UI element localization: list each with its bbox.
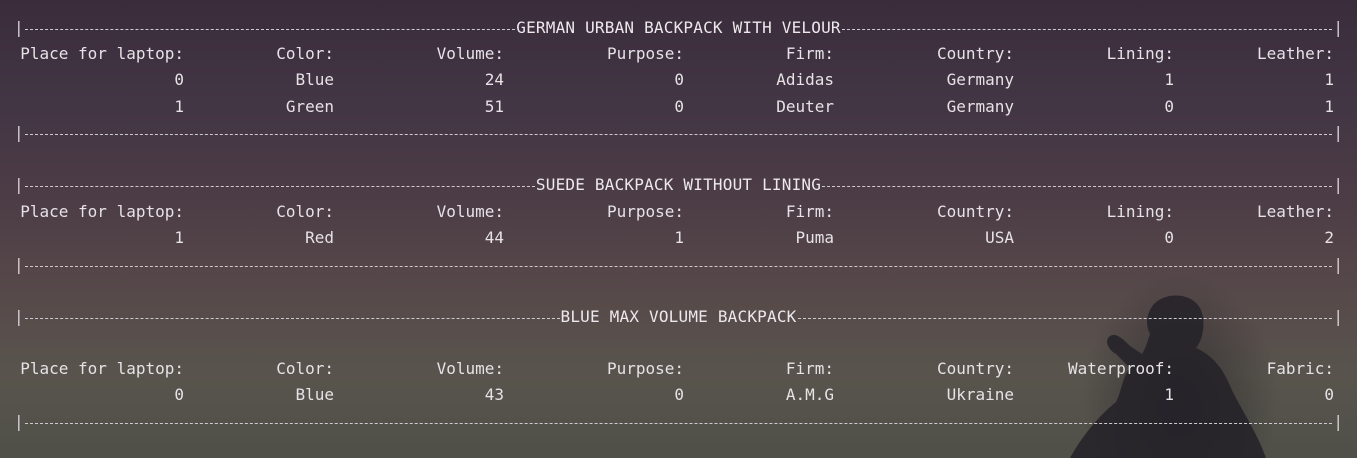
cell-color: Green	[285, 97, 334, 116]
section-3-bottom-border: | |	[14, 412, 1343, 432]
cell-purpose: 1	[674, 228, 684, 247]
cell-purpose: 0	[674, 70, 684, 89]
header-color: Color:	[276, 359, 334, 378]
cell-waterproof: 1	[1164, 385, 1174, 404]
cell-volume: 51	[484, 97, 504, 116]
cell-volume: 44	[484, 228, 504, 247]
cell-lining: 0	[1164, 97, 1174, 116]
table-row: 1 Green 51 0 Deuter Germany 0 1	[14, 97, 1343, 117]
header-color: Color:	[276, 44, 334, 63]
section-1-top-border: | GERMAN URBAN BACKPACK WITH VELOUR |	[14, 18, 1343, 38]
border-corner: |	[1333, 123, 1343, 142]
border-corner: |	[1333, 307, 1343, 326]
header-leather: Leather:	[1256, 44, 1334, 63]
table-row: 0 Blue 24 0 Adidas Germany 1 1	[14, 70, 1343, 90]
cell-color: Red	[305, 228, 334, 247]
cell-leather: 2	[1324, 228, 1334, 247]
border-corner: |	[14, 175, 24, 194]
border-corner: |	[14, 255, 24, 274]
cell-leather: 1	[1324, 97, 1334, 116]
border-corner: |	[14, 18, 24, 37]
terminal-output: | GERMAN URBAN BACKPACK WITH VELOUR | Pl…	[0, 0, 1357, 458]
header-purpose: Purpose:	[606, 202, 684, 221]
border-dash	[24, 317, 560, 319]
section-2-header-row: Place for laptop: Color: Volume: Purpose…	[14, 202, 1343, 222]
header-volume: Volume:	[436, 359, 504, 378]
cell-country: USA	[985, 228, 1014, 247]
border-dash	[841, 28, 1333, 30]
cell-country: Germany	[946, 97, 1014, 116]
cell-country: Ukraine	[946, 385, 1014, 404]
cell-firm: A.M.G	[785, 385, 834, 404]
border-corner: |	[1333, 412, 1343, 431]
cell-volume: 43	[484, 385, 504, 404]
cell-purpose: 0	[674, 385, 684, 404]
cell-lining: 1	[1164, 70, 1174, 89]
header-leather: Leather:	[1256, 202, 1334, 221]
border-dash	[822, 185, 1333, 187]
section-1-bottom-border: | |	[14, 123, 1343, 143]
cell-fabric: 0	[1324, 385, 1334, 404]
header-volume: Volume:	[436, 202, 504, 221]
section-2-bottom-border: | |	[14, 255, 1343, 275]
header-country: Country:	[936, 202, 1014, 221]
border-corner: |	[1333, 255, 1343, 274]
border-dash	[24, 185, 535, 187]
cell-leather: 1	[1324, 70, 1334, 89]
section-3-title: BLUE MAX VOLUME BACKPACK	[560, 307, 797, 326]
border-corner: |	[14, 412, 24, 431]
header-firm: Firm:	[785, 44, 834, 63]
header-firm: Firm:	[785, 359, 834, 378]
section-2-top-border: | SUEDE BACKPACK WITHOUT LINING |	[14, 175, 1343, 195]
header-volume: Volume:	[436, 44, 504, 63]
cell-color: Blue	[295, 70, 334, 89]
header-purpose: Purpose:	[606, 44, 684, 63]
cell-place-for-laptop: 1	[174, 228, 184, 247]
border-corner: |	[14, 307, 24, 326]
header-purpose: Purpose:	[606, 359, 684, 378]
table-row: 1 Red 44 1 Puma USA 0 2	[14, 228, 1343, 248]
header-color: Color:	[276, 202, 334, 221]
border-corner: |	[14, 123, 24, 142]
section-3-top-border: | BLUE MAX VOLUME BACKPACK |	[14, 307, 1343, 327]
section-1-title: GERMAN URBAN BACKPACK WITH VELOUR	[516, 18, 841, 37]
border-corner: |	[1333, 175, 1343, 194]
table-row: 0 Blue 43 0 A.M.G Ukraine 1 0	[14, 385, 1343, 405]
cell-purpose: 0	[674, 97, 684, 116]
cell-firm: Deuter	[776, 97, 834, 116]
header-waterproof: Waterproof:	[1068, 359, 1174, 378]
header-firm: Firm:	[785, 202, 834, 221]
section-2-title: SUEDE BACKPACK WITHOUT LINING	[535, 175, 822, 194]
border-dash	[24, 265, 1333, 267]
cell-color: Blue	[295, 385, 334, 404]
header-country: Country:	[936, 359, 1014, 378]
header-lining: Lining:	[1106, 202, 1174, 221]
border-dash	[24, 28, 516, 30]
cell-place-for-laptop: 0	[174, 385, 184, 404]
header-place-for-laptop: Place for laptop:	[20, 202, 184, 221]
section-1-header-row: Place for laptop: Color: Volume: Purpose…	[14, 44, 1343, 64]
border-dash	[24, 133, 1333, 135]
header-country: Country:	[936, 44, 1014, 63]
border-corner: |	[1333, 18, 1344, 37]
cell-place-for-laptop: 0	[174, 70, 184, 89]
border-dash	[797, 317, 1333, 319]
header-fabric: Fabric:	[1266, 359, 1334, 378]
cell-volume: 24	[484, 70, 504, 89]
cell-country: Germany	[946, 70, 1014, 89]
section-3-header-row: Place for laptop: Color: Volume: Purpose…	[14, 359, 1343, 379]
cell-firm: Puma	[795, 228, 834, 247]
cell-lining: 0	[1164, 228, 1174, 247]
header-place-for-laptop: Place for laptop:	[20, 359, 184, 378]
cell-firm: Adidas	[776, 70, 834, 89]
header-place-for-laptop: Place for laptop:	[20, 44, 184, 63]
border-dash	[24, 422, 1333, 424]
cell-place-for-laptop: 1	[174, 97, 184, 116]
header-lining: Lining:	[1106, 44, 1174, 63]
